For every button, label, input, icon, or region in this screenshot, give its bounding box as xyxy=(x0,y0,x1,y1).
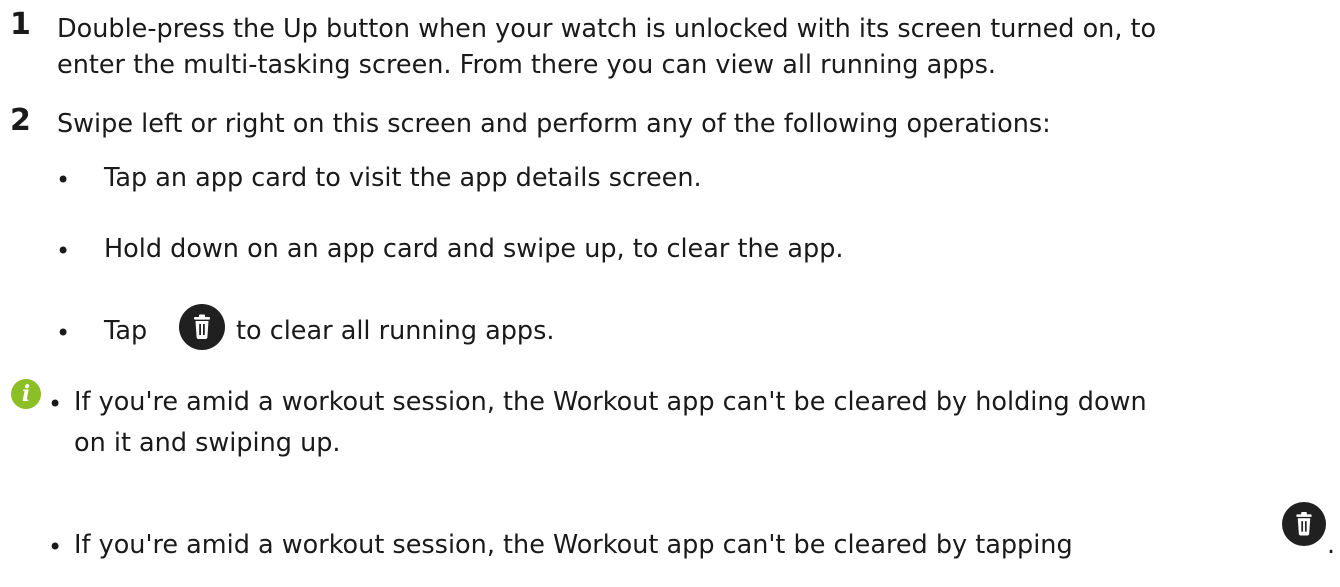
step-1-number: 1 xyxy=(10,7,31,42)
bullet-hold-down: Hold down on an app card and swipe up, t… xyxy=(104,234,844,264)
bullet-dot: • xyxy=(56,319,71,347)
step-2-line-1: Swipe left or right on this screen and p… xyxy=(57,109,1051,139)
bullet-tap-app-card: Tap an app card to visit the app details… xyxy=(104,163,702,193)
note-1-line-1: If you're amid a workout session, the Wo… xyxy=(74,387,1147,417)
info-icon: i xyxy=(11,379,41,409)
note-2-text: If you're amid a workout session, the Wo… xyxy=(74,530,1073,560)
note-bullet-dot: • xyxy=(48,533,63,561)
step-1-line-2: enter the multi-tasking screen. From the… xyxy=(57,50,996,80)
bullet-dot: • xyxy=(56,237,71,265)
step-1-line-1: Double-press the Up button when your wat… xyxy=(57,14,1157,44)
trash-icon xyxy=(1282,502,1326,546)
trash-icon xyxy=(179,304,225,350)
note-bullet-dot: • xyxy=(48,390,63,418)
tap-suffix: to clear all running apps. xyxy=(236,316,555,346)
tap-label: Tap xyxy=(104,316,148,346)
note-1-line-2: on it and swiping up. xyxy=(74,428,341,458)
note-2-trailing-period: . xyxy=(1327,530,1336,560)
bullet-dot: • xyxy=(56,166,71,194)
step-2-number: 2 xyxy=(10,103,31,138)
